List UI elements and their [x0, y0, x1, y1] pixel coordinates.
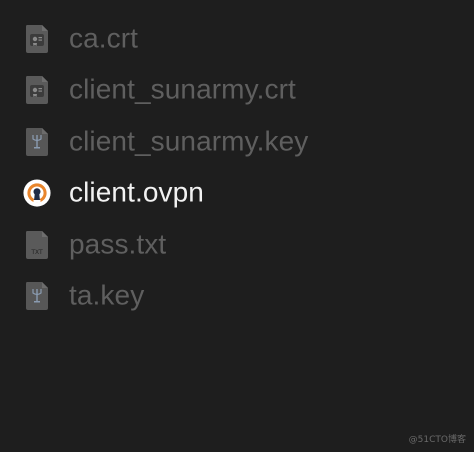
file-name: ca.crt — [69, 22, 139, 54]
file-name: client.ovpn — [69, 176, 204, 208]
file-row-ca-crt[interactable]: ca.crt — [0, 13, 474, 65]
file-name: client_sunarmy.key — [69, 125, 309, 157]
file-browser-panel: ca.crt client_sunarmy.crt client_sunarmy… — [0, 0, 474, 452]
text-file-icon: TXT — [23, 229, 51, 261]
txt-icon-label: TXT — [30, 249, 43, 256]
certificate-icon — [23, 74, 51, 106]
file-row-client-sunarmy-key[interactable]: client_sunarmy.key — [0, 116, 474, 168]
key-file-icon — [23, 126, 51, 158]
file-row-pass-txt[interactable]: TXT pass.txt — [0, 219, 474, 271]
file-name: client_sunarmy.crt — [69, 73, 296, 105]
file-row-client-sunarmy-crt[interactable]: client_sunarmy.crt — [0, 65, 474, 117]
watermark: @51CTO博客 — [408, 435, 466, 445]
file-name: ta.key — [69, 279, 145, 311]
certificate-icon — [23, 23, 51, 55]
file-row-ta-key[interactable]: ta.key — [0, 271, 474, 323]
file-row-client-ovpn[interactable]: client.ovpn — [0, 168, 474, 220]
file-list: ca.crt client_sunarmy.crt client_sunarmy… — [0, 13, 474, 322]
file-name: pass.txt — [69, 228, 167, 260]
key-file-icon — [23, 280, 51, 312]
openvpn-icon — [23, 177, 51, 209]
